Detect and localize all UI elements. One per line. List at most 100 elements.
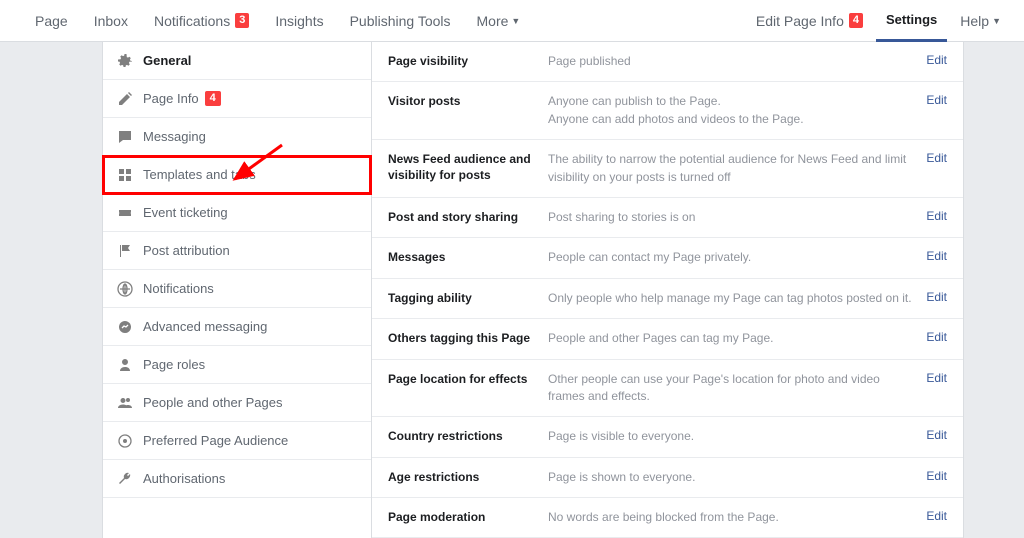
grid-icon xyxy=(117,167,133,183)
sidebar-item-label: General xyxy=(143,53,191,68)
topnav-label: Inbox xyxy=(94,13,128,29)
topnav-edit-page-info[interactable]: Edit Page Info 4 xyxy=(743,0,876,42)
row-label: Tagging ability xyxy=(388,290,548,306)
people-icon xyxy=(117,395,133,411)
caret-down-icon: ▼ xyxy=(511,16,520,26)
sidebar-item-label: Notifications xyxy=(143,281,214,296)
topnav-label: Help xyxy=(960,13,989,29)
row-label: News Feed audience and visibility for po… xyxy=(388,151,548,183)
topnav-label: Edit Page Info xyxy=(756,13,844,29)
row-description: The ability to narrow the potential audi… xyxy=(548,151,926,186)
wrench-icon xyxy=(117,471,133,487)
settings-row: Page visibilityPage publishedEdit xyxy=(372,42,963,82)
row-label: Page moderation xyxy=(388,509,548,525)
topnav-inbox[interactable]: Inbox xyxy=(81,0,141,42)
edit-link[interactable]: Edit xyxy=(926,469,947,483)
sidebar-item-authorisations[interactable]: Authorisations xyxy=(103,460,371,498)
sidebar-item-post-attribution[interactable]: Post attribution xyxy=(103,232,371,270)
edit-link[interactable]: Edit xyxy=(926,371,947,385)
row-description: People and other Pages can tag my Page. xyxy=(548,330,926,347)
sidebar-item-messaging[interactable]: Messaging xyxy=(103,118,371,156)
sidebar-item-preferred-page-audience[interactable]: Preferred Page Audience xyxy=(103,422,371,460)
edit-link[interactable]: Edit xyxy=(926,509,947,523)
edit-link[interactable]: Edit xyxy=(926,53,947,67)
sidebar-item-label: Messaging xyxy=(143,129,206,144)
topnav-help[interactable]: Help▼ xyxy=(947,0,1014,42)
settings-sidebar: General Page Info 4 Messaging Templates and … xyxy=(102,42,372,538)
sidebar-item-label: People and other Pages xyxy=(143,395,283,410)
person-icon xyxy=(117,357,133,373)
settings-row: News Feed audience and visibility for po… xyxy=(372,140,963,198)
topnav-label: Settings xyxy=(886,12,937,27)
sidebar-item-advanced-messaging[interactable]: Advanced messaging xyxy=(103,308,371,346)
edit-link[interactable]: Edit xyxy=(926,290,947,304)
audience-icon xyxy=(117,433,133,449)
edit-link[interactable]: Edit xyxy=(926,249,947,263)
topnav-insights[interactable]: Insights xyxy=(262,0,336,42)
settings-row: Post and story sharingPost sharing to st… xyxy=(372,198,963,238)
sidebar-item-label: Authorisations xyxy=(143,471,225,486)
topnav-label: Page xyxy=(35,13,68,29)
settings-row: Tagging abilityOnly people who help mana… xyxy=(372,279,963,319)
topnav-label: More xyxy=(477,13,509,29)
topnav-badge: 4 xyxy=(849,13,863,28)
row-label: Post and story sharing xyxy=(388,209,548,225)
row-description: Anyone can publish to the Page.Anyone ca… xyxy=(548,93,926,128)
sidebar-item-label: Templates and tabs xyxy=(143,167,256,182)
row-label: Messages xyxy=(388,249,548,265)
settings-row: MessagesPeople can contact my Page priva… xyxy=(372,238,963,278)
sidebar-item-people-and-other-pages[interactable]: People and other Pages xyxy=(103,384,371,422)
settings-row: Page location for effectsOther people ca… xyxy=(372,360,963,418)
row-description: Post sharing to stories is on xyxy=(548,209,926,226)
row-label: Page location for effects xyxy=(388,371,548,387)
row-description: Only people who help manage my Page can … xyxy=(548,290,926,307)
edit-link[interactable]: Edit xyxy=(926,93,947,107)
caret-down-icon: ▼ xyxy=(992,16,1001,26)
sidebar-item-templates-and-tabs[interactable]: Templates and tabs xyxy=(103,156,371,194)
topnav-label: Notifications xyxy=(154,13,230,29)
row-description: Page published xyxy=(548,53,926,70)
topnav-more[interactable]: More▼ xyxy=(464,0,534,42)
row-description: People can contact my Page privately. xyxy=(548,249,926,266)
sidebar-item-label: Page Info xyxy=(143,91,199,106)
flag-icon xyxy=(117,243,133,259)
edit-link[interactable]: Edit xyxy=(926,209,947,223)
sidebar-item-page-roles[interactable]: Page roles xyxy=(103,346,371,384)
sidebar-item-event-ticketing[interactable]: Event ticketing xyxy=(103,194,371,232)
settings-row: Others tagging this PagePeople and other… xyxy=(372,319,963,359)
topnav-badge: 3 xyxy=(235,13,249,28)
settings-row: Age restrictionsPage is shown to everyon… xyxy=(372,458,963,498)
edit-link[interactable]: Edit xyxy=(926,151,947,165)
pencil-icon xyxy=(117,91,133,107)
chat-icon xyxy=(117,129,133,145)
settings-content: Page visibilityPage publishedEditVisitor… xyxy=(372,42,964,538)
top-nav: Page Inbox Notifications 3 Insights Publishin… xyxy=(0,0,1024,42)
messenger-icon xyxy=(117,319,133,335)
topnav-publishing-tools[interactable]: Publishing Tools xyxy=(337,0,464,42)
edit-link[interactable]: Edit xyxy=(926,330,947,344)
row-description: Page is visible to everyone. xyxy=(548,428,926,445)
row-label: Page visibility xyxy=(388,53,548,69)
settings-row: Country restrictionsPage is visible to e… xyxy=(372,417,963,457)
sidebar-item-label: Advanced messaging xyxy=(143,319,267,334)
sidebar-item-label: Page roles xyxy=(143,357,205,372)
body: General Page Info 4 Messaging Templates and … xyxy=(0,42,1024,538)
sidebar-item-notifications[interactable]: Notifications xyxy=(103,270,371,308)
topnav-label: Insights xyxy=(275,13,323,29)
sidebar-item-label: Preferred Page Audience xyxy=(143,433,288,448)
edit-link[interactable]: Edit xyxy=(926,428,947,442)
topnav-label: Publishing Tools xyxy=(350,13,451,29)
topnav-settings[interactable]: Settings xyxy=(876,0,947,42)
topnav-notifications[interactable]: Notifications 3 xyxy=(141,0,262,42)
sidebar-item-label: Event ticketing xyxy=(143,205,228,220)
globe-icon xyxy=(117,281,133,297)
sidebar-badge: 4 xyxy=(205,91,221,106)
topnav-page[interactable]: Page xyxy=(22,0,81,42)
row-label: Others tagging this Page xyxy=(388,330,548,346)
row-label: Age restrictions xyxy=(388,469,548,485)
sidebar-item-label: Post attribution xyxy=(143,243,230,258)
sidebar-item-page-info[interactable]: Page Info 4 xyxy=(103,80,371,118)
settings-row: Page moderationNo words are being blocke… xyxy=(372,498,963,538)
gutter-left xyxy=(0,42,102,538)
sidebar-item-general[interactable]: General xyxy=(103,42,371,80)
